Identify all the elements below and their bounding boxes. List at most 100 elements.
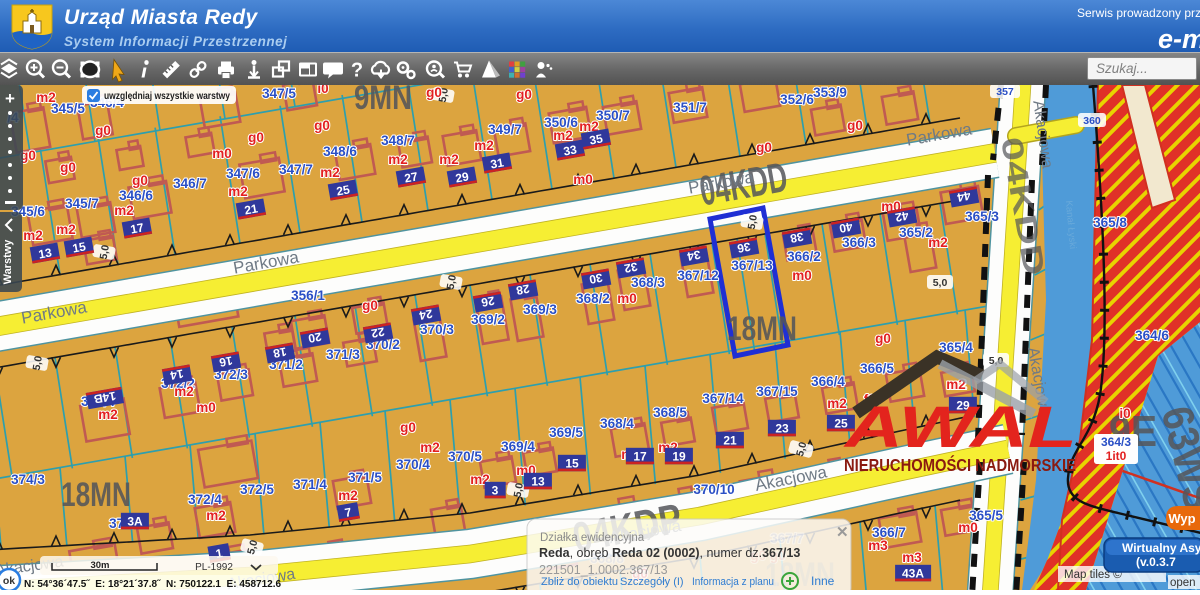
svg-text:369/3: 369/3 bbox=[523, 302, 557, 317]
svg-text:(v.0.3.7: (v.0.3.7 bbox=[1136, 555, 1176, 569]
svg-text:366/5: 366/5 bbox=[860, 361, 894, 376]
svg-text:m2: m2 bbox=[114, 203, 134, 218]
svg-text:13: 13 bbox=[531, 475, 545, 489]
svg-text:m0: m0 bbox=[573, 172, 593, 187]
svg-text:✕: ✕ bbox=[836, 524, 849, 541]
svg-text:m3: m3 bbox=[868, 538, 888, 553]
svg-text:5,0: 5,0 bbox=[512, 482, 526, 499]
svg-text:349/7: 349/7 bbox=[488, 122, 522, 137]
svg-text:g0: g0 bbox=[426, 85, 442, 100]
svg-text:g0: g0 bbox=[516, 87, 532, 102]
svg-text:38: 38 bbox=[789, 229, 805, 245]
svg-text:16: 16 bbox=[218, 353, 234, 369]
svg-text:18: 18 bbox=[272, 344, 288, 360]
svg-text:m0: m0 bbox=[196, 400, 216, 415]
svg-text:3A: 3A bbox=[127, 515, 143, 529]
svg-text:m2: m2 bbox=[36, 90, 56, 105]
svg-text:368/3: 368/3 bbox=[631, 275, 665, 290]
svg-text:m3: m3 bbox=[902, 550, 922, 565]
svg-text:Zbliż do obiektu: Zbliż do obiektu bbox=[541, 576, 618, 588]
svg-text:3: 3 bbox=[492, 484, 499, 498]
svg-text:g0: g0 bbox=[847, 118, 863, 133]
svg-text:21: 21 bbox=[243, 201, 259, 217]
svg-text:356/1: 356/1 bbox=[291, 288, 325, 303]
svg-text:m0: m0 bbox=[617, 291, 637, 306]
svg-text:Reda, obręb Reda 02 (0002), nu: Reda, obręb Reda 02 (0002), numer dz.367… bbox=[539, 546, 800, 560]
svg-text:357: 357 bbox=[996, 86, 1014, 98]
svg-text:m2: m2 bbox=[23, 228, 43, 243]
svg-text:Informacja z planu: Informacja z planu bbox=[692, 576, 774, 588]
svg-text:348/6: 348/6 bbox=[323, 144, 357, 159]
svg-text:351/7: 351/7 bbox=[673, 100, 707, 115]
svg-text:367/15: 367/15 bbox=[756, 384, 798, 399]
svg-text:m2: m2 bbox=[474, 138, 494, 153]
svg-text:372/5: 372/5 bbox=[240, 482, 274, 497]
svg-text:5,0: 5,0 bbox=[933, 277, 948, 289]
svg-text:5,0: 5,0 bbox=[31, 355, 45, 372]
svg-text:m0: m0 bbox=[792, 268, 812, 283]
svg-text:18MN: 18MN bbox=[61, 476, 131, 514]
svg-text:360: 360 bbox=[1083, 115, 1101, 127]
svg-text:9MN: 9MN bbox=[354, 85, 412, 117]
svg-text:g0: g0 bbox=[362, 298, 378, 313]
svg-text:370/10: 370/10 bbox=[693, 482, 734, 497]
svg-text:open: open bbox=[1170, 577, 1196, 589]
svg-text:g0: g0 bbox=[248, 130, 264, 145]
svg-text:371/4: 371/4 bbox=[293, 477, 327, 492]
svg-text:Działka ewidencyjna: Działka ewidencyjna bbox=[540, 532, 645, 544]
svg-text:364/3: 364/3 bbox=[1101, 435, 1131, 449]
svg-text:ok: ok bbox=[3, 575, 15, 587]
svg-text:i0: i0 bbox=[317, 85, 328, 96]
svg-text:m0: m0 bbox=[958, 520, 978, 535]
svg-text:m2: m2 bbox=[827, 396, 847, 411]
svg-text:368/5: 368/5 bbox=[653, 405, 687, 420]
svg-text:m2: m2 bbox=[320, 165, 340, 180]
svg-text:m2: m2 bbox=[388, 152, 408, 167]
svg-text:g0: g0 bbox=[756, 140, 772, 155]
svg-text:g0: g0 bbox=[400, 420, 416, 435]
svg-text:26: 26 bbox=[480, 293, 496, 309]
svg-text:?: ? bbox=[351, 60, 363, 82]
svg-text:uwzględniaj wszystkie warstwy: uwzględniaj wszystkie warstwy bbox=[104, 90, 230, 102]
svg-text:Wyp: Wyp bbox=[1168, 511, 1195, 526]
svg-text:+: + bbox=[5, 89, 15, 108]
svg-text:NIERUCHOMOŚCI NADMORSKIE: NIERUCHOMOŚCI NADMORSKIE bbox=[844, 454, 1076, 475]
svg-text:25: 25 bbox=[335, 182, 351, 198]
svg-text:346/7: 346/7 bbox=[173, 176, 207, 191]
svg-text:365/4: 365/4 bbox=[939, 340, 973, 355]
svg-text:366/2: 366/2 bbox=[787, 249, 821, 264]
svg-text:345/5: 345/5 bbox=[51, 101, 85, 116]
svg-text:347/5: 347/5 bbox=[262, 86, 296, 101]
svg-text:17: 17 bbox=[633, 450, 647, 464]
svg-text:15: 15 bbox=[71, 239, 87, 255]
svg-text:35: 35 bbox=[588, 131, 604, 147]
svg-text:366/3: 366/3 bbox=[842, 235, 876, 250]
svg-text:g0: g0 bbox=[314, 118, 330, 133]
svg-text:m2: m2 bbox=[228, 184, 248, 199]
svg-text:m2: m2 bbox=[928, 235, 948, 250]
svg-text:348/7: 348/7 bbox=[381, 133, 415, 148]
svg-text:13: 13 bbox=[37, 245, 53, 261]
svg-text:345/7: 345/7 bbox=[65, 196, 99, 211]
svg-text:43A: 43A bbox=[902, 567, 924, 581]
svg-text:N: 54°36´47.5˝ E: 18°21´37.8˝: N: 54°36´47.5˝ E: 18°21´37.8˝ N: 750122.… bbox=[24, 579, 281, 590]
svg-text:5,0: 5,0 bbox=[746, 214, 760, 231]
svg-text:369/4: 369/4 bbox=[501, 439, 535, 454]
svg-text:Inne: Inne bbox=[811, 574, 835, 588]
svg-text:367/12: 367/12 bbox=[677, 268, 718, 283]
svg-text:1it0: 1it0 bbox=[1106, 449, 1127, 463]
svg-text:42: 42 bbox=[894, 208, 910, 224]
svg-text:m0: m0 bbox=[212, 146, 232, 161]
svg-text:347/6: 347/6 bbox=[226, 166, 260, 181]
svg-text:i0: i0 bbox=[1119, 406, 1130, 421]
svg-text:350/7: 350/7 bbox=[596, 108, 630, 123]
svg-text:15: 15 bbox=[565, 457, 579, 471]
svg-text:374/3: 374/3 bbox=[11, 472, 45, 487]
svg-text:33: 33 bbox=[562, 142, 578, 158]
svg-text:g0: g0 bbox=[132, 173, 148, 188]
svg-text:346/6: 346/6 bbox=[119, 188, 153, 203]
svg-text:19: 19 bbox=[672, 450, 686, 464]
svg-text:20: 20 bbox=[307, 329, 323, 345]
svg-text:21: 21 bbox=[723, 434, 737, 448]
svg-text:32: 32 bbox=[623, 259, 639, 275]
